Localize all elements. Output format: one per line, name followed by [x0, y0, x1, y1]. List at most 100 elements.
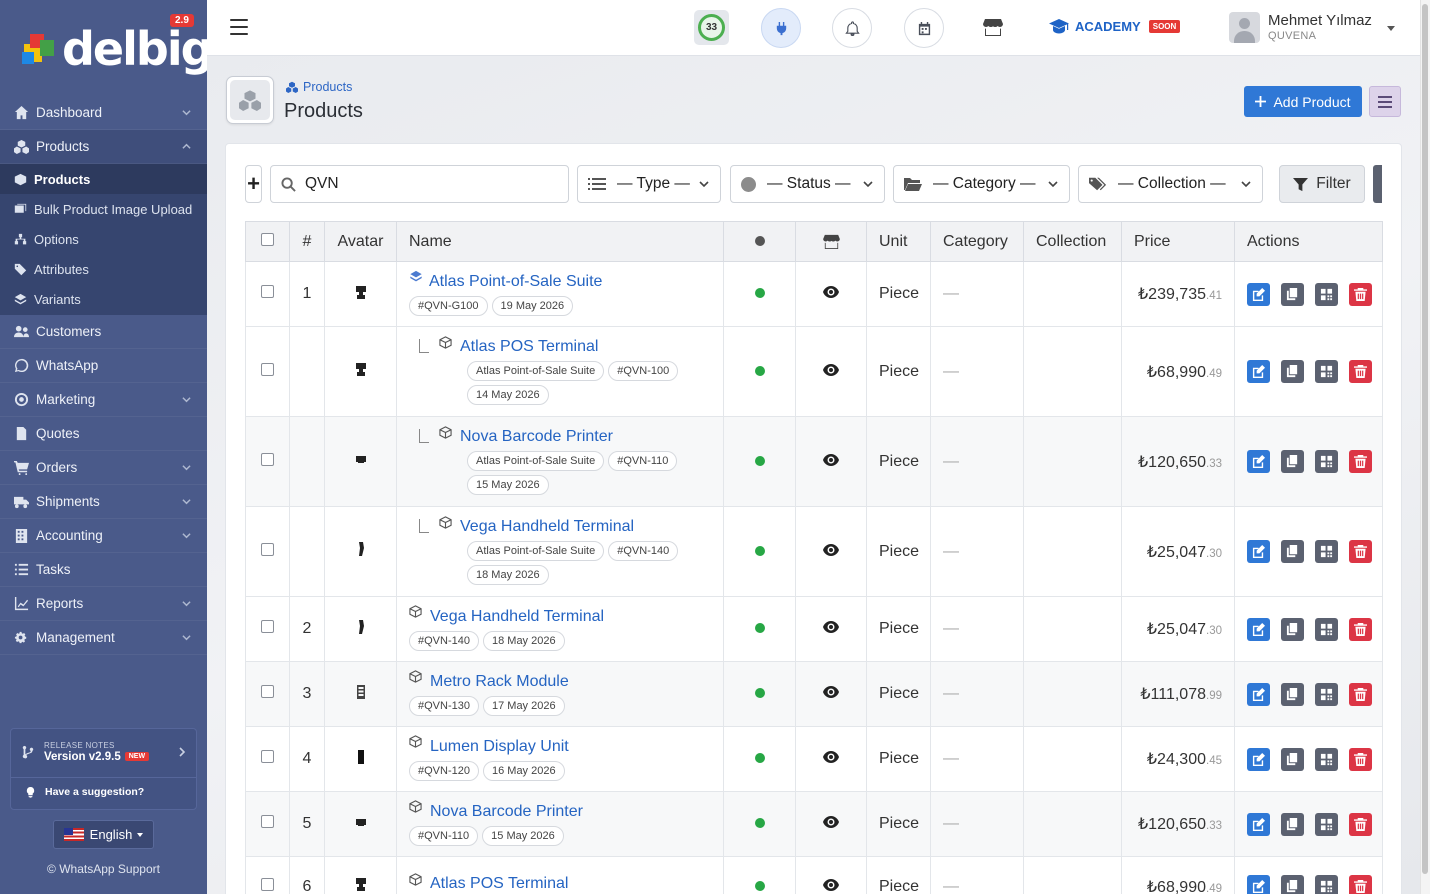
- product-name-link[interactable]: Vega Handheld Terminal: [430, 608, 604, 626]
- active-status-dot-icon[interactable]: [754, 688, 765, 698]
- column-header-category[interactable]: Category: [930, 221, 1024, 262]
- edit-button[interactable]: [1247, 450, 1270, 473]
- eye-icon[interactable]: [823, 816, 839, 828]
- product-thumbnail-pos-icon[interactable]: [354, 284, 368, 300]
- delete-button[interactable]: [1348, 747, 1372, 771]
- filter-button[interactable]: Filter: [1279, 165, 1365, 203]
- product-name-link[interactable]: Lumen Display Unit: [430, 738, 569, 756]
- column-header-num[interactable]: #: [289, 221, 325, 262]
- sidebar-item-dashboard[interactable]: Dashboard: [0, 96, 207, 130]
- collection-select[interactable]: — Collection —: [1078, 165, 1263, 203]
- edit-button[interactable]: [1247, 540, 1270, 563]
- whatsapp-support-link[interactable]: © WhatsApp Support: [0, 862, 207, 876]
- eye-icon[interactable]: [823, 543, 839, 556]
- release-notes-card[interactable]: RELEASE NOTES Version v2.9.5 NEW Have a s…: [10, 728, 197, 810]
- active-status-dot-icon[interactable]: [754, 455, 765, 466]
- search-input[interactable]: [305, 175, 545, 193]
- sidebar-item-orders[interactable]: Orders: [0, 451, 207, 485]
- eye-icon[interactable]: [823, 878, 839, 891]
- row-checkbox[interactable]: [261, 285, 274, 298]
- eye-icon[interactable]: [823, 453, 839, 466]
- sidebar-item-customers[interactable]: Customers: [0, 315, 207, 349]
- delete-button[interactable]: [1348, 450, 1372, 473]
- row-checkbox[interactable]: [261, 815, 274, 828]
- edit-button[interactable]: [1247, 812, 1270, 836]
- duplicate-button[interactable]: [1280, 617, 1304, 641]
- suggestion-link[interactable]: Have a suggestion?: [25, 786, 144, 798]
- logo[interactable]: delbig 2.9: [0, 0, 207, 93]
- sidebar-subitem-bulk-image-upload[interactable]: Bulk Product Image Upload: [0, 194, 207, 224]
- edit-button[interactable]: [1247, 282, 1270, 306]
- eye-icon[interactable]: [823, 751, 839, 763]
- eye-icon[interactable]: [823, 621, 839, 633]
- product-thumbnail-rack-icon[interactable]: [354, 684, 368, 700]
- expand-filters-button[interactable]: +: [245, 165, 262, 203]
- page-menu-button[interactable]: [1369, 86, 1401, 117]
- integration-button[interactable]: [761, 8, 801, 48]
- sidebar-item-marketing[interactable]: Marketing: [0, 383, 207, 417]
- duplicate-button[interactable]: [1280, 540, 1304, 563]
- product-thumbnail-display-icon[interactable]: [354, 749, 368, 765]
- row-checkbox[interactable]: [261, 685, 274, 698]
- search-box[interactable]: [270, 165, 569, 203]
- active-status-dot-icon[interactable]: [754, 880, 765, 891]
- active-status-dot-icon[interactable]: [754, 753, 765, 763]
- row-checkbox[interactable]: [261, 542, 274, 556]
- product-name-link[interactable]: Nova Barcode Printer: [430, 803, 583, 821]
- language-selector[interactable]: English: [53, 820, 154, 849]
- sidebar-subitem-variants[interactable]: Variants: [0, 285, 207, 315]
- product-name-link[interactable]: Metro Rack Module: [430, 673, 569, 691]
- barcode-button[interactable]: [1314, 360, 1338, 383]
- edit-button[interactable]: [1247, 747, 1270, 771]
- avatar[interactable]: [1229, 12, 1260, 43]
- column-header-avatar[interactable]: Avatar: [324, 221, 397, 262]
- sidebar-subitem-products[interactable]: Products: [0, 164, 207, 195]
- sidebar-item-shipments[interactable]: Shipments: [0, 485, 207, 519]
- sidebar-item-whatsapp[interactable]: WhatsApp: [0, 349, 207, 383]
- product-thumbnail-pos-icon[interactable]: [354, 876, 368, 892]
- column-header-collection[interactable]: Collection: [1023, 221, 1122, 262]
- sidebar-item-accounting[interactable]: Accounting: [0, 519, 207, 553]
- product-name-link[interactable]: Vega Handheld Terminal: [460, 518, 634, 536]
- product-name-link[interactable]: Nova Barcode Printer: [460, 428, 613, 446]
- store-icon[interactable]: [983, 18, 1003, 36]
- product-thumbnail-pos-icon[interactable]: [354, 361, 368, 377]
- sidebar-subitem-options[interactable]: Options: [0, 224, 207, 254]
- duplicate-button[interactable]: [1280, 875, 1304, 894]
- column-header-status[interactable]: [723, 221, 796, 262]
- user-name[interactable]: Mehmet Yılmaz: [1268, 12, 1372, 29]
- barcode-button[interactable]: [1314, 682, 1338, 706]
- product-thumbnail-handheld-icon[interactable]: [354, 619, 368, 635]
- delete-button[interactable]: [1348, 875, 1372, 894]
- column-header-unit[interactable]: Unit: [866, 221, 931, 262]
- delete-button[interactable]: [1348, 812, 1372, 836]
- active-status-dot-icon[interactable]: [754, 288, 765, 298]
- sidebar-item-management[interactable]: Management: [0, 621, 207, 655]
- hamburger-menu-icon[interactable]: [230, 19, 248, 35]
- table-row[interactable]: 2 Vega Handheld Terminal #QVN-140 18 May …: [245, 596, 1383, 662]
- active-status-dot-icon[interactable]: [754, 623, 765, 633]
- column-header-store[interactable]: [795, 221, 867, 262]
- duplicate-button[interactable]: [1280, 747, 1304, 771]
- academy-link[interactable]: ACADEMY SOON: [1049, 19, 1181, 34]
- user-menu-caret-icon[interactable]: [1387, 26, 1395, 31]
- edit-button[interactable]: [1247, 617, 1270, 641]
- product-name-link[interactable]: Atlas POS Terminal: [430, 875, 568, 893]
- notifications-button[interactable]: [832, 8, 872, 48]
- sidebar-item-quotes[interactable]: Quotes: [0, 417, 207, 451]
- more-options-button[interactable]: [1373, 165, 1382, 203]
- barcode-button[interactable]: [1314, 812, 1338, 836]
- notification-count-chip[interactable]: 33: [694, 10, 729, 45]
- duplicate-button[interactable]: [1280, 360, 1304, 383]
- edit-button[interactable]: [1247, 875, 1270, 894]
- category-select[interactable]: — Category —: [893, 165, 1070, 203]
- duplicate-button[interactable]: [1280, 282, 1304, 306]
- sidebar-item-reports[interactable]: Reports: [0, 587, 207, 621]
- table-row[interactable]: 3 Metro Rack Module #QVN-130 17 May 2026 …: [245, 661, 1383, 727]
- table-row[interactable]: 1 Atlas Point-of-Sale Suite #QVN-G100 19 …: [245, 261, 1383, 327]
- eye-icon[interactable]: [823, 363, 839, 376]
- type-select[interactable]: — Type —: [577, 165, 721, 203]
- delete-button[interactable]: [1348, 540, 1372, 563]
- table-row[interactable]: Nova Barcode Printer Atlas Point-of-Sale…: [245, 416, 1383, 507]
- sidebar-subitem-attributes[interactable]: Attributes: [0, 255, 207, 285]
